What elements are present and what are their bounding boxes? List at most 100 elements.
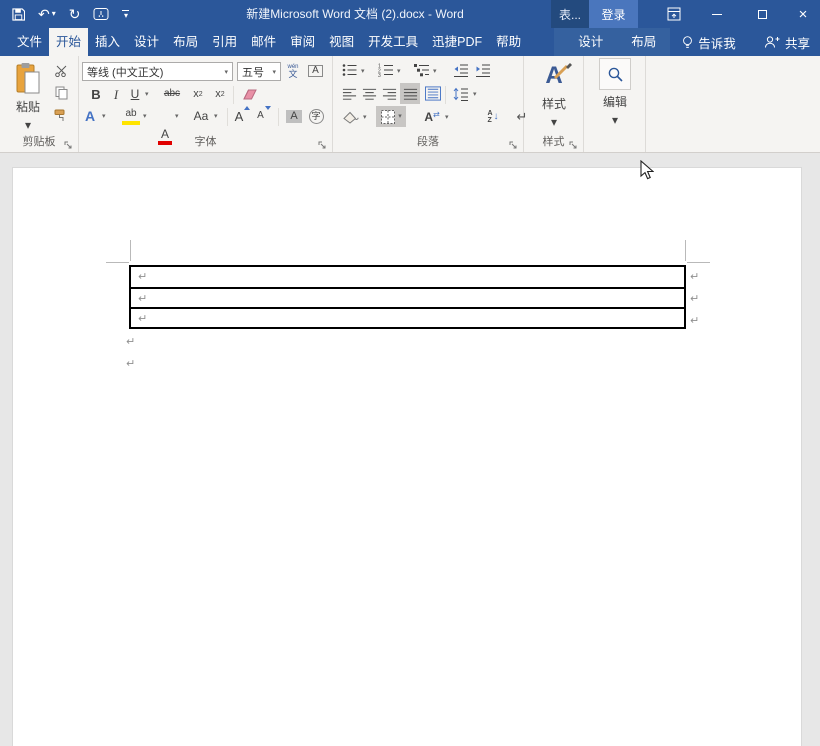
- font-dialog-launcher[interactable]: [318, 137, 328, 147]
- share-button[interactable]: 共享: [764, 28, 810, 56]
- tab-references[interactable]: 引用: [205, 28, 244, 56]
- tab-file[interactable]: 文件: [10, 28, 49, 56]
- underline-button[interactable]: U: [127, 84, 143, 104]
- justify-button[interactable]: [400, 83, 420, 104]
- table-row[interactable]: ↵: [131, 307, 684, 327]
- copy-button[interactable]: [52, 85, 70, 101]
- strikethrough-button[interactable]: abc: [159, 84, 185, 104]
- tell-me-button[interactable]: 告诉我: [682, 28, 736, 56]
- text-highlight-dropdown[interactable]: ▾: [143, 112, 147, 120]
- undo-button[interactable]: ↶▾: [38, 7, 56, 21]
- tab-mailings[interactable]: 邮件: [244, 28, 283, 56]
- sign-in-button[interactable]: 登录: [589, 0, 638, 28]
- line-spacing-icon: [453, 87, 469, 101]
- cell-paragraph-mark: ↵: [138, 293, 147, 305]
- clear-formatting-button[interactable]: [239, 84, 261, 104]
- decrease-indent-button[interactable]: [451, 61, 470, 79]
- borders-button[interactable]: ▾: [376, 106, 406, 127]
- ribbon: 粘贴 ▾ 剪贴板 等线 (中文正文) ▾ 五号: [0, 56, 820, 153]
- tab-table-design[interactable]: 设计: [564, 28, 617, 56]
- close-button[interactable]: ×: [786, 0, 820, 28]
- touch-mouse-mode-button[interactable]: [93, 7, 109, 21]
- align-left-icon: [342, 87, 357, 101]
- align-right-button[interactable]: [380, 84, 398, 103]
- tab-home[interactable]: 开始: [49, 28, 88, 56]
- editing-group: 编辑 ▾: [584, 56, 646, 152]
- italic-button[interactable]: I: [109, 84, 123, 104]
- cut-button[interactable]: [52, 63, 70, 79]
- text-effects-dropdown[interactable]: ▾: [102, 112, 106, 120]
- window-title: 新建Microsoft Word 文档 (2).docx - Word: [170, 0, 540, 28]
- distributed-button[interactable]: [423, 84, 442, 103]
- tab-review[interactable]: 审阅: [283, 28, 322, 56]
- bold-button[interactable]: B: [87, 84, 105, 104]
- superscript-button[interactable]: x2: [211, 84, 229, 104]
- borders-dropdown[interactable]: ▾: [398, 113, 402, 120]
- separator: [227, 108, 228, 126]
- tab-table-layout[interactable]: 布局: [617, 28, 670, 56]
- font-size-combobox[interactable]: 五号 ▾: [237, 62, 281, 81]
- justify-icon: [403, 87, 418, 101]
- shading-button[interactable]: [340, 107, 361, 126]
- format-painter-button[interactable]: [52, 107, 70, 123]
- tab-pdf[interactable]: 迅捷PDF: [425, 28, 489, 56]
- paragraph-dialog-launcher[interactable]: [509, 137, 519, 147]
- ribbon-display-options-button[interactable]: [655, 0, 693, 28]
- bullets-button[interactable]: [341, 61, 359, 79]
- tab-help[interactable]: 帮助: [489, 28, 528, 56]
- change-case-button[interactable]: Aa: [189, 106, 213, 126]
- line-spacing-dropdown[interactable]: ▾: [473, 90, 477, 98]
- align-center-button[interactable]: [360, 84, 378, 103]
- multilevel-list-dropdown[interactable]: ▾: [433, 67, 437, 75]
- separator: [278, 108, 279, 126]
- share-label: 共享: [785, 33, 810, 52]
- tab-layout[interactable]: 布局: [166, 28, 205, 56]
- sort-button[interactable]: AZ ↓: [483, 107, 503, 126]
- align-left-button[interactable]: [340, 84, 358, 103]
- underline-dropdown[interactable]: ▾: [145, 90, 149, 98]
- styles-dialog-launcher[interactable]: [569, 137, 579, 147]
- text-effects-button[interactable]: A: [80, 106, 100, 126]
- tab-developer[interactable]: 开发工具: [361, 28, 425, 56]
- highlight-color-bar: [122, 121, 140, 125]
- minimize-icon: [712, 14, 722, 15]
- font-name-combobox[interactable]: 等线 (中文正文) ▾: [82, 62, 233, 81]
- table-row[interactable]: ↵: [131, 287, 684, 307]
- styles-button[interactable]: A 样式 ▾: [532, 60, 576, 138]
- clipboard-dialog-launcher[interactable]: [64, 137, 74, 147]
- asian-layout-dropdown[interactable]: ▾: [445, 113, 449, 121]
- enclose-characters-icon: 字: [309, 109, 324, 124]
- tab-view[interactable]: 视图: [322, 28, 361, 56]
- minimize-button[interactable]: [697, 0, 737, 28]
- table-row[interactable]: ↵: [131, 267, 684, 287]
- font-color-dropdown[interactable]: ▾: [175, 112, 179, 120]
- subscript-button[interactable]: x2: [189, 84, 207, 104]
- editing-button[interactable]: 编辑 ▾: [593, 58, 637, 140]
- character-shading-button[interactable]: A: [284, 106, 304, 126]
- numbering-button[interactable]: 123: [377, 61, 395, 79]
- tab-insert[interactable]: 插入: [88, 28, 127, 56]
- mouse-cursor: [640, 160, 654, 186]
- character-border-button[interactable]: A: [306, 61, 325, 81]
- shrink-font-button[interactable]: A: [255, 106, 273, 126]
- text-highlight-button[interactable]: ab: [120, 106, 142, 126]
- shading-dropdown[interactable]: ▾: [363, 113, 367, 121]
- asian-layout-button[interactable]: A⇄: [421, 107, 443, 126]
- maximize-button[interactable]: [742, 0, 782, 28]
- save-button[interactable]: [12, 8, 25, 21]
- customize-qat-button[interactable]: ▾: [122, 10, 129, 19]
- change-case-dropdown[interactable]: ▾: [214, 112, 218, 120]
- styles-icon: A: [545, 60, 562, 92]
- tab-design[interactable]: 设计: [127, 28, 166, 56]
- multilevel-list-button[interactable]: [413, 61, 431, 79]
- bullets-dropdown[interactable]: ▾: [361, 67, 365, 75]
- paste-clipboard-icon: [15, 62, 41, 95]
- redo-button[interactable]: ↻: [69, 7, 81, 21]
- numbering-dropdown[interactable]: ▾: [397, 67, 401, 75]
- enclose-characters-button[interactable]: 字: [306, 106, 326, 126]
- grow-font-button[interactable]: A: [233, 106, 252, 126]
- margin-crop-mark-left-horizontal: [106, 262, 129, 263]
- increase-indent-button[interactable]: [473, 61, 492, 79]
- phonetic-guide-button[interactable]: wén文: [283, 61, 303, 81]
- line-spacing-button[interactable]: [450, 84, 471, 103]
